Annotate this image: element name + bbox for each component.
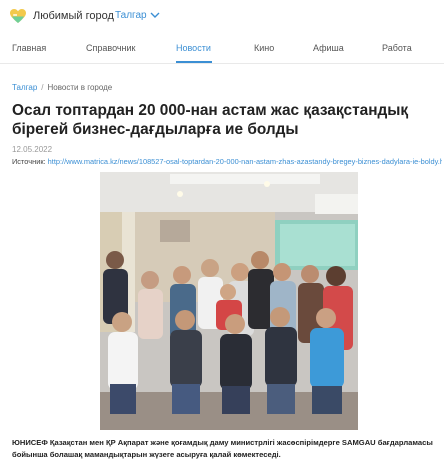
photo-caption: ЮНИСЕФ Қазақстан мен ҚР Ақпарат және қоғ… [12,438,433,459]
source-label: Источник: [12,157,46,166]
nav-item-cinema[interactable]: Кино [254,43,274,53]
nav-item-home[interactable]: Главная [12,43,46,53]
site-name[interactable]: Любимый город [33,10,114,22]
nav-item-directory[interactable]: Справочник [86,43,136,53]
top-bar: Любимый город Талгар [0,0,444,30]
heart-logo-icon[interactable] [9,8,27,24]
active-tab-indicator [176,61,212,63]
breadcrumb-city-link[interactable]: Талгар [12,83,37,92]
city-label: Талгар [115,10,147,21]
article-date: 12.05.2022 [12,145,53,154]
breadcrumb-separator: / [41,83,44,92]
article-title: Осал топтардан 20 000-нан астам жас қаза… [12,102,409,138]
breadcrumb-current: Новости в городе [47,83,113,92]
nav-item-jobs[interactable]: Работа [382,43,412,53]
main-nav: Главная Справочник Новости Кино Афиша Ра… [0,34,444,64]
city-selector[interactable]: Талгар [115,10,160,21]
nav-item-events[interactable]: Афиша [313,43,344,53]
nav-item-news[interactable]: Новости [176,43,211,53]
breadcrumb: Талгар / Новости в городе [12,83,112,92]
source-link[interactable]: http://www.matrica.kz/news/108527-osal-t… [48,157,442,166]
article-photo [100,172,358,430]
article-source: Источник: http://www.matrica.kz/news/108… [12,157,442,166]
chevron-down-icon [150,12,160,18]
group-photo-image [100,172,358,430]
